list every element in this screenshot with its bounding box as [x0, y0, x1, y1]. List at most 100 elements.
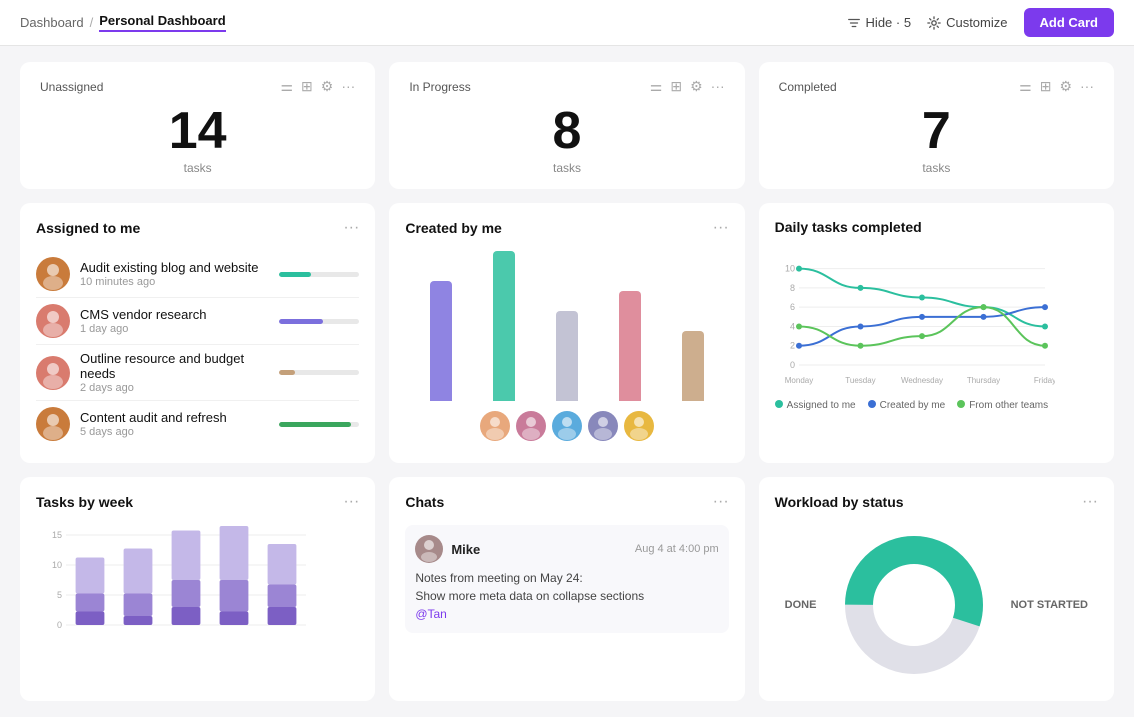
breadcrumb-separator: /: [90, 15, 94, 30]
filter-icon[interactable]: ⚌: [1019, 78, 1032, 95]
progress-bar-wrap: [279, 319, 359, 324]
card-header: Created by me ···: [405, 219, 728, 237]
avatar: [415, 535, 443, 563]
card-header: Tasks by week ···: [36, 493, 359, 511]
cards-row: Assigned to me ··· Audit existing blog a…: [20, 203, 1114, 463]
more-menu-icon[interactable]: ···: [713, 493, 729, 511]
main-content: Unassigned ⚌ ⊞ ⚙ ··· 14 tasks In Progres…: [0, 46, 1134, 717]
task-name: Content audit and refresh: [80, 410, 269, 425]
chat-mention[interactable]: @Tan: [415, 607, 447, 621]
avatar: [552, 411, 582, 441]
breadcrumb-root[interactable]: Dashboard: [20, 15, 84, 30]
bar-item: [682, 331, 704, 401]
header-actions: Hide · 5 Customize Add Card: [847, 8, 1114, 37]
stat-label: In Progress: [409, 80, 470, 94]
more-icon[interactable]: ···: [1080, 78, 1094, 95]
svg-text:0: 0: [790, 360, 795, 370]
more-menu-icon[interactable]: ···: [1082, 493, 1098, 511]
expand-icon[interactable]: ⊞: [301, 78, 313, 95]
svg-text:Thursday: Thursday: [966, 376, 999, 385]
line-chart-svg: 0 2 4 6 8 10 Monday Tuesday Wednesday Thursday Fri…: [775, 249, 1055, 389]
svg-text:Friday: Friday: [1034, 376, 1055, 385]
bar-col: [603, 291, 658, 401]
svg-text:2: 2: [790, 341, 795, 351]
stat-label: Completed: [779, 80, 837, 94]
settings-icon[interactable]: ⚙: [690, 78, 703, 95]
more-menu-icon[interactable]: ···: [343, 493, 359, 511]
card-header: Workload by status ···: [775, 493, 1098, 511]
expand-icon[interactable]: ⊞: [1040, 78, 1052, 95]
stat-sublabel: tasks: [409, 161, 724, 175]
task-item[interactable]: Content audit and refresh 5 days ago: [36, 401, 359, 447]
svg-text:15: 15: [52, 530, 62, 540]
progress-bar: [279, 272, 311, 277]
filter-icon[interactable]: ⚌: [280, 78, 293, 95]
chat-text: Notes from meeting on May 24:Show more m…: [415, 569, 718, 623]
bar-item: [493, 251, 515, 401]
card-header: Assigned to me ···: [36, 219, 359, 237]
task-progress: [279, 370, 359, 375]
more-icon[interactable]: ···: [711, 78, 725, 95]
customize-button[interactable]: Customize: [927, 15, 1007, 30]
line-chart-wrap: 0 2 4 6 8 10 Monday Tuesday Wednesday Thursday Fri…: [775, 249, 1098, 392]
workload-card: Workload by status ··· DONE NOT STARTED: [759, 477, 1114, 701]
task-item[interactable]: CMS vendor research 1 day ago: [36, 298, 359, 345]
more-icon[interactable]: ···: [341, 78, 355, 95]
svg-text:4: 4: [790, 321, 795, 331]
progress-bar: [279, 422, 351, 427]
svg-text:5: 5: [57, 590, 62, 600]
card-title: Tasks by week: [36, 494, 133, 510]
legend-item: Created by me: [868, 400, 946, 411]
task-time: 2 days ago: [80, 382, 269, 394]
header: Dashboard / Personal Dashboard Hide · 5 …: [0, 0, 1134, 46]
settings-icon[interactable]: ⚙: [1059, 78, 1072, 95]
stat-card-1: In Progress ⚌ ⊞ ⚙ ··· 8 tasks: [389, 62, 744, 189]
chart-legend: Assigned to meCreated by meFrom other te…: [775, 400, 1098, 411]
stat-number: 8: [409, 105, 724, 157]
progress-bar-wrap: [279, 272, 359, 277]
more-menu-icon[interactable]: ···: [713, 219, 729, 237]
add-card-button[interactable]: Add Card: [1024, 8, 1115, 37]
svg-text:10: 10: [785, 264, 795, 274]
stat-card-header: Unassigned ⚌ ⊞ ⚙ ···: [40, 78, 355, 95]
chat-user: Mike: [415, 535, 480, 563]
task-info: Content audit and refresh 5 days ago: [80, 410, 269, 438]
bar-chart-svg: 051015: [36, 525, 316, 645]
settings-icon[interactable]: ⚙: [321, 78, 334, 95]
svg-text:6: 6: [790, 302, 795, 312]
task-info: CMS vendor research 1 day ago: [80, 307, 269, 335]
task-name: Audit existing blog and website: [80, 260, 269, 275]
chat-header: Mike Aug 4 at 4:00 pm: [415, 535, 718, 563]
bar-col: [539, 311, 594, 401]
avatar-row: [405, 411, 728, 441]
stat-icons: ⚌ ⊞ ⚙ ···: [1019, 78, 1094, 95]
donut-chart-svg: [824, 525, 1004, 685]
svg-text:8: 8: [790, 283, 795, 293]
stat-icons: ⚌ ⊞ ⚙ ···: [280, 78, 355, 95]
created-by-me-card: Created by me ···: [389, 203, 744, 463]
svg-text:Tuesday: Tuesday: [845, 376, 875, 385]
card-title: Assigned to me: [36, 220, 140, 236]
more-menu-icon[interactable]: ···: [343, 219, 359, 237]
stat-number: 7: [779, 105, 1094, 157]
hide-button[interactable]: Hide · 5: [847, 15, 912, 30]
progress-bar: [279, 319, 323, 324]
chat-time: Aug 4 at 4:00 pm: [635, 543, 719, 555]
task-time: 5 days ago: [80, 426, 269, 438]
avatar: [36, 407, 70, 441]
task-progress: [279, 422, 359, 427]
chat-message[interactable]: Mike Aug 4 at 4:00 pm Notes from meeting…: [405, 525, 728, 633]
filter-icon[interactable]: ⚌: [650, 78, 663, 95]
not-started-label: NOT STARTED: [1011, 599, 1088, 611]
svg-text:Monday: Monday: [784, 376, 812, 385]
svg-text:Wednesday: Wednesday: [901, 376, 943, 385]
page-title: Personal Dashboard: [99, 13, 225, 32]
bar-item: [556, 311, 578, 401]
task-time: 1 day ago: [80, 323, 269, 335]
task-item[interactable]: Audit existing blog and website 10 minut…: [36, 251, 359, 298]
expand-icon[interactable]: ⊞: [670, 78, 682, 95]
progress-bar-wrap: [279, 370, 359, 375]
task-item[interactable]: Outline resource and budget needs 2 days…: [36, 345, 359, 401]
donut-wrap: DONE NOT STARTED: [775, 525, 1098, 685]
bar-chart-wrap: 051015: [36, 525, 359, 648]
